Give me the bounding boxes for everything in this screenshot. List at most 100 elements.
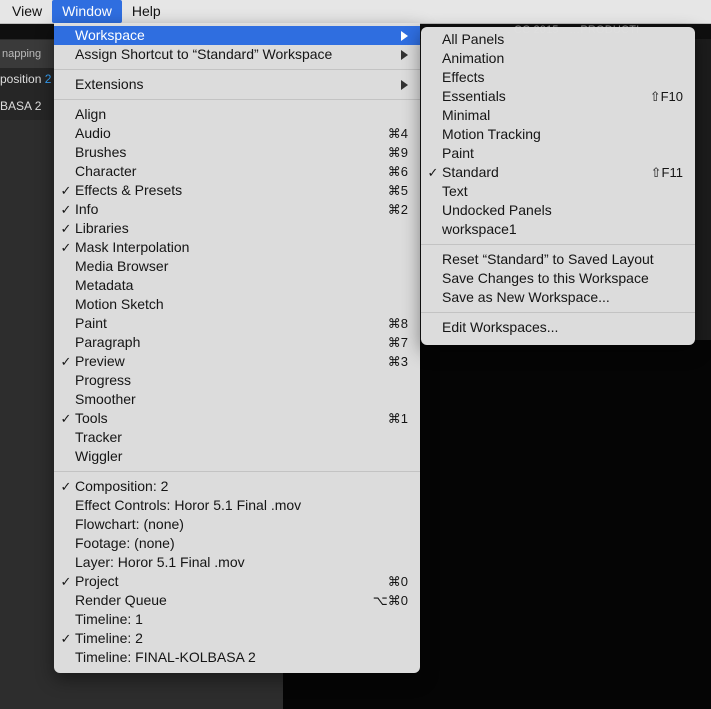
workspace-item-paint[interactable]: Paint: [421, 144, 695, 163]
checkmark-icon: ✓: [60, 411, 72, 426]
menu-item-label: Footage: (none): [75, 535, 175, 551]
menu-item-libraries[interactable]: ✓ Libraries: [54, 219, 420, 238]
menu-item-label: Extensions: [75, 76, 144, 92]
menu-item-label: Save Changes to this Workspace: [442, 270, 649, 286]
menu-separator: [421, 312, 695, 313]
menu-item-label: Tools: [75, 410, 108, 426]
workspace-item-edit-workspaces[interactable]: Edit Workspaces...: [421, 318, 695, 337]
menu-item-wiggler[interactable]: Wiggler: [54, 447, 420, 466]
workspace-item-minimal[interactable]: Minimal: [421, 106, 695, 125]
menu-item-label: Assign Shortcut to “Standard” Workspace: [75, 46, 333, 62]
menu-item-paragraph[interactable]: Paragraph ⌘7: [54, 333, 420, 352]
menu-item-project[interactable]: ✓ Project ⌘0: [54, 572, 420, 591]
menu-item-brushes[interactable]: Brushes ⌘9: [54, 143, 420, 162]
menu-separator: [54, 99, 420, 100]
menu-separator: [54, 471, 420, 472]
menu-item-timeline-2[interactable]: ✓ Timeline: 2: [54, 629, 420, 648]
menu-item-shortcut: ⌘1: [387, 411, 408, 426]
menu-item-progress[interactable]: Progress: [54, 371, 420, 390]
chevron-right-icon: [401, 50, 408, 60]
checkmark-icon: ✓: [60, 221, 72, 236]
checkmark-icon: ✓: [60, 354, 72, 369]
workspace-item-animation[interactable]: Animation: [421, 49, 695, 68]
menu-item-shortcut: ⌘9: [387, 145, 408, 160]
menu-item-audio[interactable]: Audio ⌘4: [54, 124, 420, 143]
menu-item-label: Animation: [442, 50, 505, 66]
menu-item-workspace[interactable]: Workspace: [54, 26, 420, 45]
menubar-window[interactable]: Window: [52, 0, 122, 23]
menu-item-assign-shortcut-to-standard-workspace[interactable]: Assign Shortcut to “Standard” Workspace: [54, 45, 420, 64]
workspace-item-essentials[interactable]: Essentials ⇧F10: [421, 87, 695, 106]
tab-composition-label: position: [0, 72, 42, 86]
menu-item-character[interactable]: Character ⌘6: [54, 162, 420, 181]
menu-item-shortcut: ⇧F10: [649, 89, 683, 104]
workspace-item-effects[interactable]: Effects: [421, 68, 695, 87]
menu-item-label: All Panels: [442, 31, 505, 47]
workspace-submenu: All Panels Animation Effects Essentials ⇧F10…: [421, 27, 695, 345]
tab-composition[interactable]: position 2: [0, 72, 51, 86]
menu-item-label: Timeline: FINAL-KOLBASA 2: [75, 649, 256, 665]
menu-item-preview[interactable]: ✓ Preview ⌘3: [54, 352, 420, 371]
menu-item-paint[interactable]: Paint ⌘8: [54, 314, 420, 333]
menu-item-label: Timeline: 2: [75, 630, 143, 646]
menu-item-shortcut: ⌘3: [387, 354, 408, 369]
menu-item-extensions[interactable]: Extensions: [54, 75, 420, 94]
checkmark-icon: ✓: [60, 183, 72, 198]
menu-item-shortcut: ⌘4: [387, 126, 408, 141]
workspace-item-all-panels[interactable]: All Panels: [421, 30, 695, 49]
workspace-item-reset-standard-to-saved-layout[interactable]: Reset “Standard” to Saved Layout: [421, 250, 695, 269]
menu-item-label: Standard: [442, 164, 499, 180]
menu-item-label: Reset “Standard” to Saved Layout: [442, 251, 654, 267]
checkmark-icon: ✓: [60, 479, 72, 494]
menu-item-label: Preview: [75, 353, 125, 369]
menubar-view[interactable]: View: [0, 0, 52, 23]
menu-item-tools[interactable]: ✓ Tools ⌘1: [54, 409, 420, 428]
menu-item-label: Timeline: 1: [75, 611, 143, 627]
checkmark-icon: ✓: [60, 574, 72, 589]
menu-item-label: Wiggler: [75, 448, 123, 464]
workspace-item-text[interactable]: Text: [421, 182, 695, 201]
menubar-help[interactable]: Help: [122, 0, 171, 23]
menu-item-timeline-final-kolbasa-2[interactable]: Timeline: FINAL-KOLBASA 2: [54, 648, 420, 667]
menu-item-info[interactable]: ✓ Info ⌘2: [54, 200, 420, 219]
menu-item-label: Paint: [442, 145, 474, 161]
workspace-item-workspace1[interactable]: workspace1: [421, 220, 695, 239]
menu-item-label: Effects & Presets: [75, 182, 183, 198]
menu-item-composition-2[interactable]: ✓ Composition: 2: [54, 477, 420, 496]
workspace-item-save-changes-to-this-workspace[interactable]: Save Changes to this Workspace: [421, 269, 695, 288]
menu-item-smoother[interactable]: Smoother: [54, 390, 420, 409]
menu-item-layer-horor-5-1-final-mov[interactable]: Layer: Horor 5.1 Final .mov: [54, 553, 420, 572]
menu-item-media-browser[interactable]: Media Browser: [54, 257, 420, 276]
menu-item-align[interactable]: Align: [54, 105, 420, 124]
workspace-item-save-as-new-workspace[interactable]: Save as New Workspace...: [421, 288, 695, 307]
menu-item-footage-none[interactable]: Footage: (none): [54, 534, 420, 553]
menu-item-label: Project: [75, 573, 119, 589]
menu-item-label: Paragraph: [75, 334, 141, 350]
menu-item-label: Render Queue: [75, 592, 167, 608]
menu-item-label: Character: [75, 163, 137, 179]
menu-item-label: Text: [442, 183, 468, 199]
menu-item-label: Media Browser: [75, 258, 169, 274]
workspace-item-motion-tracking[interactable]: Motion Tracking: [421, 125, 695, 144]
menu-item-label: Layer: Horor 5.1 Final .mov: [75, 554, 245, 570]
tab-timeline[interactable]: BASA 2: [0, 99, 41, 113]
menu-item-timeline-1[interactable]: Timeline: 1: [54, 610, 420, 629]
menu-item-motion-sketch[interactable]: Motion Sketch: [54, 295, 420, 314]
menu-item-metadata[interactable]: Metadata: [54, 276, 420, 295]
menu-item-label: Smoother: [75, 391, 136, 407]
chevron-right-icon: [401, 80, 408, 90]
menu-item-render-queue[interactable]: Render Queue ⌥⌘0: [54, 591, 420, 610]
menu-item-label: Info: [75, 201, 99, 217]
menu-item-effect-controls-horor-5-1-final-mov[interactable]: Effect Controls: Horor 5.1 Final .mov: [54, 496, 420, 515]
menu-item-label: Tracker: [75, 429, 122, 445]
menu-item-label: Motion Sketch: [75, 296, 164, 312]
menu-item-effects-presets[interactable]: ✓ Effects & Presets ⌘5: [54, 181, 420, 200]
menu-item-label: Metadata: [75, 277, 134, 293]
workspace-item-standard[interactable]: ✓ Standard ⇧F11: [421, 163, 695, 182]
menu-item-label: Workspace: [75, 27, 145, 43]
menu-item-mask-interpolation[interactable]: ✓ Mask Interpolation: [54, 238, 420, 257]
menu-item-flowchart-none[interactable]: Flowchart: (none): [54, 515, 420, 534]
menu-item-tracker[interactable]: Tracker: [54, 428, 420, 447]
workspace-item-undocked-panels[interactable]: Undocked Panels: [421, 201, 695, 220]
menu-item-label: Libraries: [75, 220, 129, 236]
